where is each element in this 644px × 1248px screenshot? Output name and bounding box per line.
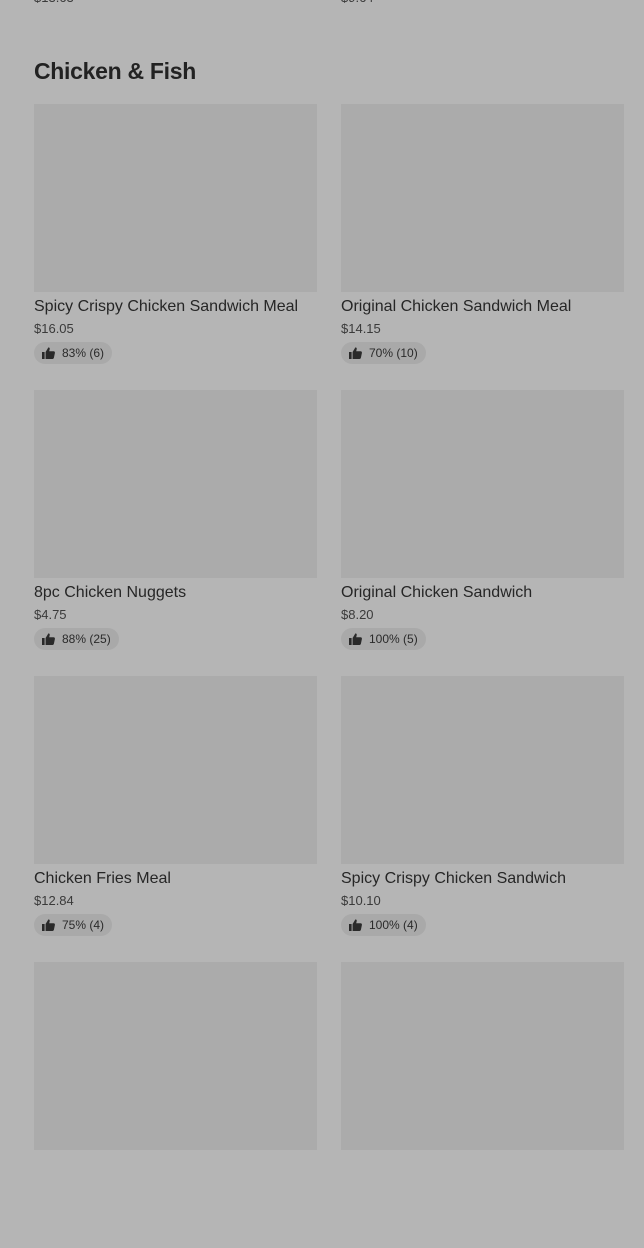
thumbs-up-icon bbox=[42, 919, 55, 931]
item-image bbox=[341, 962, 624, 1150]
menu-item-card[interactable]: Original Chicken Sandwich Meal $14.15 70… bbox=[341, 104, 624, 390]
menu-item-card[interactable]: Chicken Fries Meal $12.84 75% (4) bbox=[34, 676, 317, 962]
item-image bbox=[34, 104, 317, 292]
thumbs-up-icon bbox=[349, 633, 362, 645]
rating-text: 100% (5) bbox=[369, 632, 418, 646]
section-title: Chicken & Fish bbox=[34, 58, 196, 84]
rating-badge: 100% (4) bbox=[341, 914, 426, 936]
thumbs-up-icon bbox=[42, 347, 55, 359]
item-price: $10.10 bbox=[341, 893, 381, 908]
item-name: Chicken Fries Meal bbox=[34, 870, 171, 887]
item-image bbox=[341, 390, 624, 578]
rating-badge: 100% (5) bbox=[341, 628, 426, 650]
menu-item-card[interactable]: Spicy Crispy Chicken Sandwich Meal $16.0… bbox=[34, 104, 317, 390]
item-price: $8.20 bbox=[341, 607, 374, 622]
item-image bbox=[341, 104, 624, 292]
item-name: Original Chicken Sandwich bbox=[341, 584, 533, 601]
rating-badge: 70% (10) bbox=[341, 342, 426, 364]
rating-text: 70% (10) bbox=[369, 346, 418, 360]
item-image bbox=[341, 676, 624, 864]
item-name: 8pc Chicken Nuggets bbox=[34, 584, 187, 601]
menu-item-grid: Spicy Crispy Chicken Sandwich Meal $16.0… bbox=[34, 104, 624, 1248]
item-price: $16.05 bbox=[34, 321, 74, 336]
rating-text: 75% (4) bbox=[62, 918, 105, 932]
menu-item-card[interactable]: Original Chicken Sandwich $8.20 100% (5) bbox=[341, 390, 624, 676]
rating-badge: 75% (4) bbox=[34, 914, 113, 936]
thumbs-up-icon bbox=[349, 347, 362, 359]
thumbs-up-icon bbox=[42, 633, 55, 645]
rating-text: 88% (25) bbox=[62, 632, 111, 646]
rating-text: 83% (6) bbox=[62, 346, 105, 360]
rating-badge: 83% (6) bbox=[34, 342, 113, 364]
item-price: $12.84 bbox=[34, 893, 74, 908]
menu-item-card[interactable]: 8pc Chicken Nuggets $4.75 88% (25) bbox=[34, 390, 317, 676]
thumbs-up-icon bbox=[349, 919, 362, 931]
item-image bbox=[34, 962, 317, 1150]
menu-item-card[interactable] bbox=[341, 962, 624, 1248]
item-name: Spicy Crispy Chicken Sandwich Meal bbox=[34, 298, 299, 315]
item-image bbox=[34, 390, 317, 578]
rating-badge: 88% (25) bbox=[34, 628, 119, 650]
item-image bbox=[34, 676, 317, 864]
item-name: Original Chicken Sandwich Meal bbox=[341, 298, 572, 315]
menu-item-card[interactable] bbox=[34, 962, 317, 1248]
item-price: $4.75 bbox=[34, 607, 67, 622]
menu-item-card[interactable]: Spicy Crispy Chicken Sandwich $10.10 100… bbox=[341, 676, 624, 962]
previous-section-prices: $13.63 $9.64 bbox=[0, 0, 644, 12]
item-name: Spicy Crispy Chicken Sandwich bbox=[341, 870, 566, 887]
item-price: $14.15 bbox=[341, 321, 381, 336]
previous-item-price: $9.64 bbox=[341, 0, 374, 8]
previous-item-price: $13.63 bbox=[34, 0, 74, 8]
rating-text: 100% (4) bbox=[369, 918, 418, 932]
